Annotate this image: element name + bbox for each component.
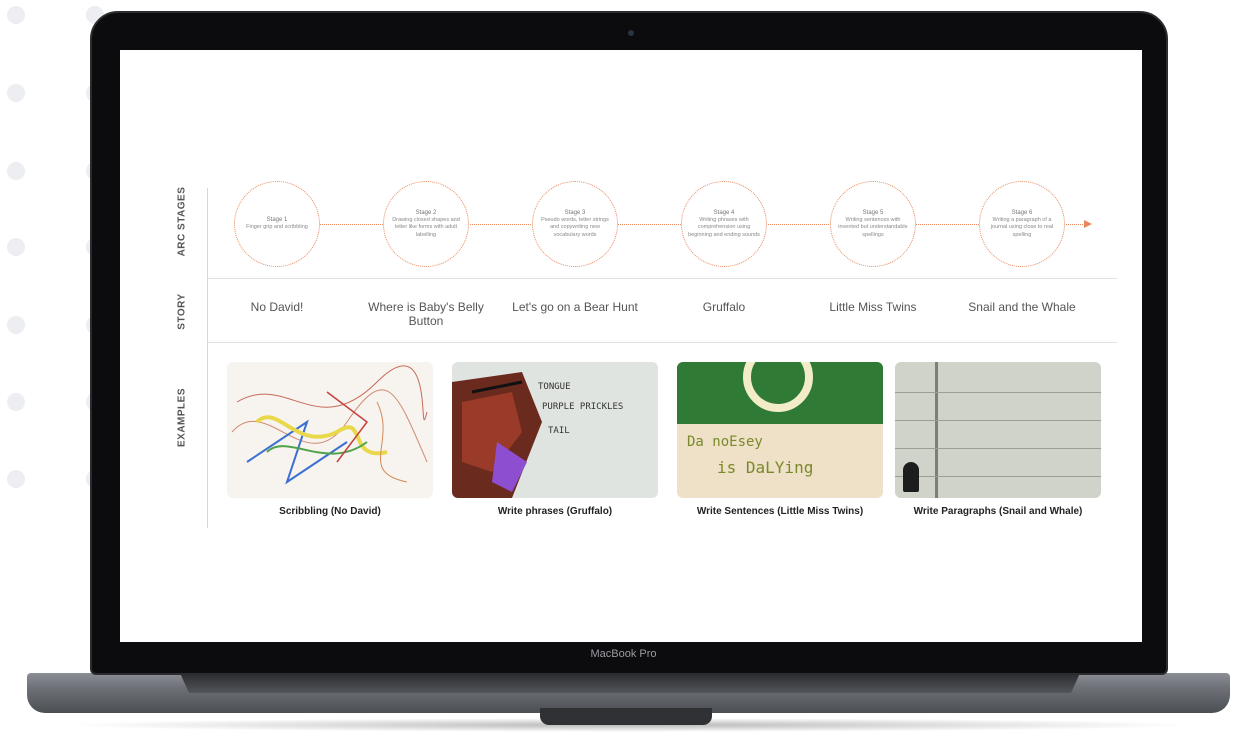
example-caption: Write Sentences (Little Miss Twins) [696,506,864,517]
row-label-arc-stages: ARC STAGES [176,186,188,257]
pencil-drawing [903,462,919,492]
stage-circle: Stage 5 Writing sentences with invented … [830,181,916,267]
story-title: Gruffalo [702,300,746,314]
notebook-line [895,448,1101,449]
notebook-line [895,392,1101,393]
handwriting: is DaLYing [717,458,814,477]
background-dot [7,6,25,24]
background-dot [7,162,25,180]
notebook-line [895,420,1101,421]
handwriting: TAIL [548,426,570,436]
stage-description: Drawing closed shapes and letter like fo… [392,216,460,238]
laptop-lid: ARC STAGES STORY EXAMPLES Stage 1 Finger… [90,11,1168,675]
row-divider [207,278,1117,279]
stage-title: Stage 6 [1011,209,1033,216]
notebook-line [895,476,1101,477]
handwriting: TONGUE [538,382,571,392]
background-dot [7,470,25,488]
example-caption: Write Paragraphs (Snail and Whale) [913,506,1083,517]
camera-icon [628,30,634,36]
stage-description: Writing sentences with invented but unde… [838,216,908,238]
row-divider-vertical [207,188,208,528]
stage-description: Writing a paragraph of a journal using c… [990,216,1054,238]
story-title: Where is Baby's Belly Button [368,300,484,328]
notebook-gutter [935,362,938,498]
keyboard-hinge [180,673,1080,693]
stage-description: Finger grip and scribbling [246,224,308,231]
trackpad-notch [540,708,712,725]
scribble-drawing [231,365,428,485]
stage-circle: Stage 3 Pseudo words, letter strings and… [532,181,618,267]
stage-circle: Stage 1 Finger grip and scribbling [234,181,320,267]
stage-title: Stage 3 [564,209,586,216]
stage-title: Stage 5 [862,209,884,216]
story-title: Little Miss Twins [829,300,917,314]
stage-title: Stage 1 [266,217,288,224]
story-title: Let's go on a Bear Hunt [512,300,638,314]
background-dot [7,238,25,256]
laptop-screen: ARC STAGES STORY EXAMPLES Stage 1 Finger… [120,50,1142,642]
example-caption: Scribbling (No David) [279,506,381,517]
stage-circle: Stage 4 Writing phrases with comprehensi… [681,181,767,267]
story-title: Snail and the Whale [968,300,1076,314]
laptop-brand-label: MacBook Pro [590,648,657,660]
handwriting: PURPLE PRICKLES [542,402,624,412]
stage-description: Pseudo words, letter strings and copywri… [541,216,609,238]
row-label-examples: EXAMPLES [176,388,188,448]
stage-circle: Stage 6 Writing a paragraph of a journal… [979,181,1065,267]
story-title: No David! [250,300,304,314]
background-dot [7,84,25,102]
background-dot [7,316,25,334]
example-image-sentences: Da noEsey is DaLYing [677,362,883,498]
example-image-scribbling [227,362,433,498]
example-image-paragraphs [895,362,1101,498]
background-dot [7,393,25,411]
example-caption: Write phrases (Gruffalo) [497,506,613,517]
timeline-line [235,224,1087,225]
timeline-arrow-icon [1084,220,1092,228]
stage-circle: Stage 2 Drawing closed shapes and letter… [383,181,469,267]
row-label-story: STORY [176,293,188,330]
example-image-phrases: TONGUE PURPLE PRICKLES TAIL [452,362,658,498]
row-divider [207,342,1117,343]
stage-title: Stage 4 [713,209,735,216]
stage-description: Writing phrases with comprehension using… [688,216,760,238]
stage-title: Stage 2 [415,209,437,216]
handwriting: Da noEsey [687,434,763,450]
